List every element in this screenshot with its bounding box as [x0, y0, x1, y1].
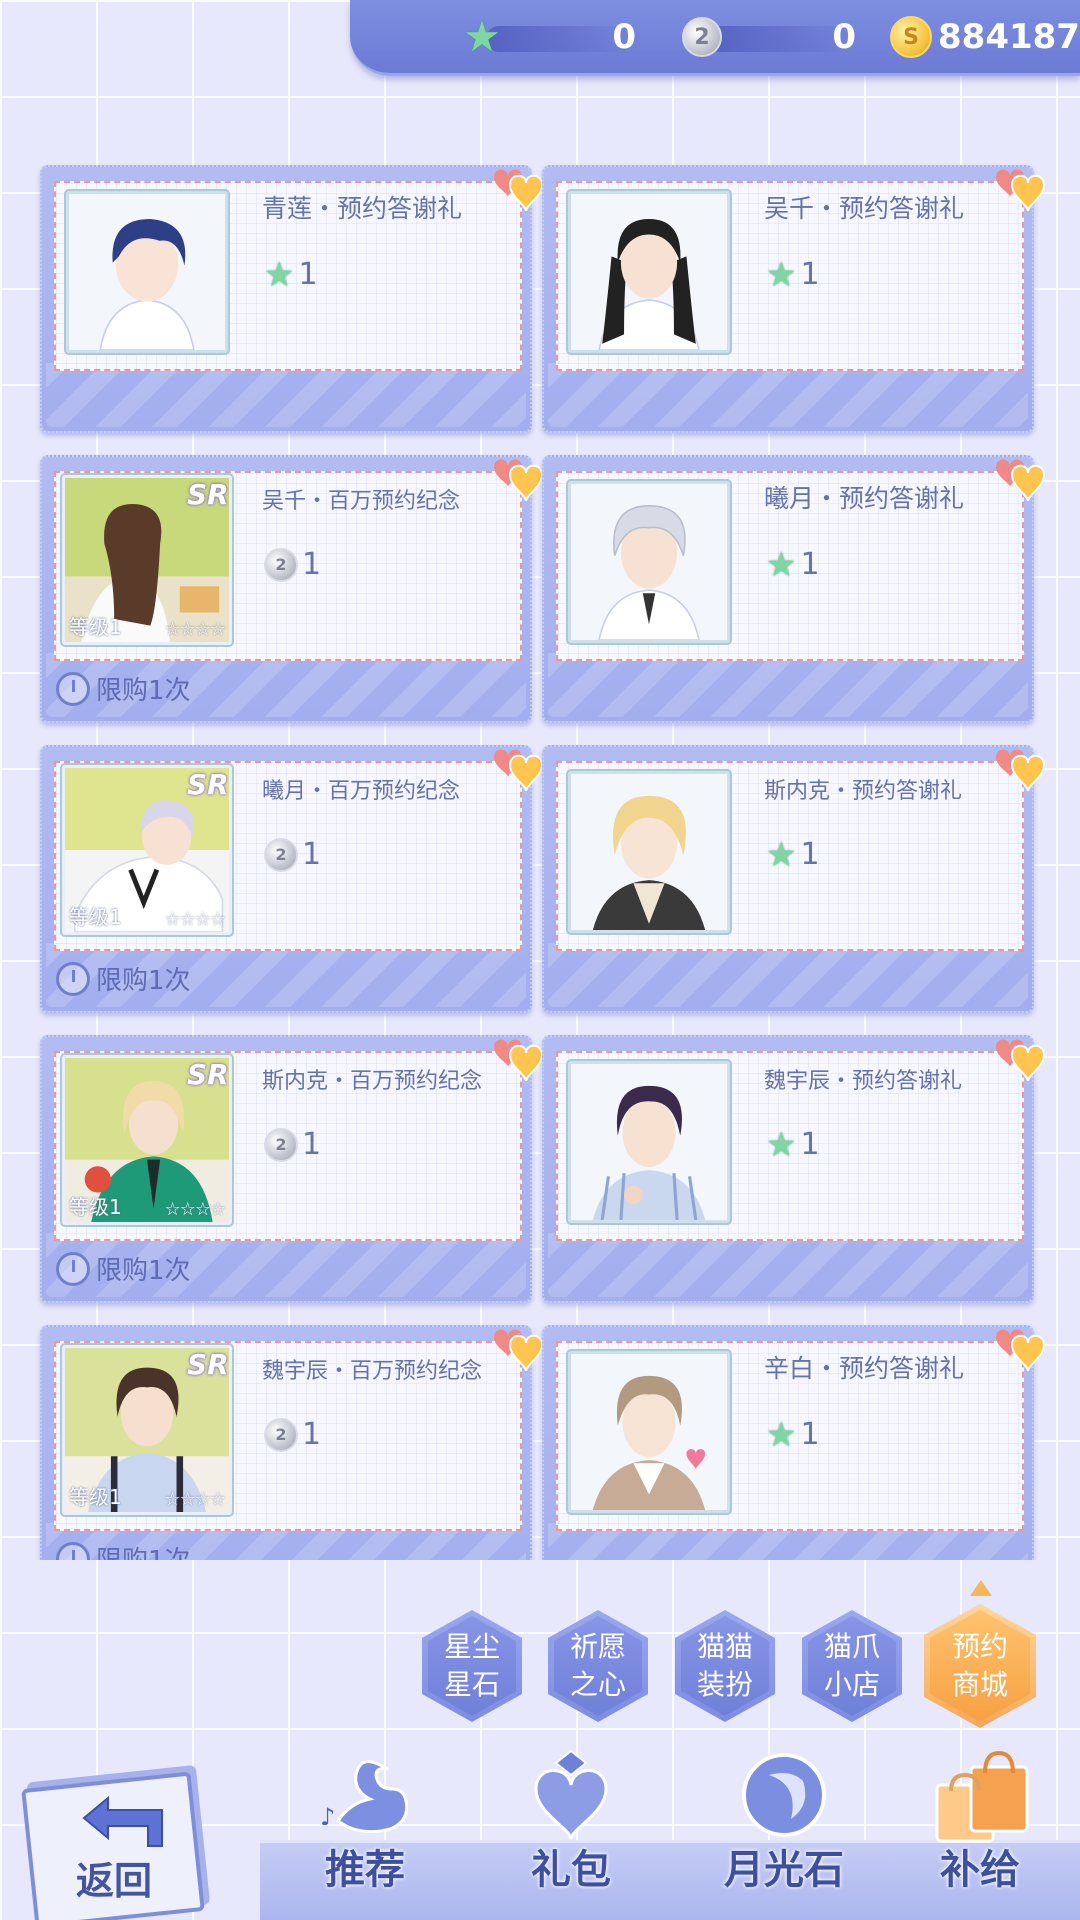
silver-coin-icon: 2 — [264, 1417, 298, 1452]
picnic-card-art: SR 等级1 ☆☆☆☆ — [62, 475, 232, 645]
heart-icon — [494, 459, 544, 502]
silver-coin-icon: 2 — [680, 15, 724, 59]
clock-icon — [56, 1541, 90, 1560]
back-button[interactable]: 返回 — [0, 1740, 240, 1920]
gold-coin-icon: S — [890, 15, 932, 59]
heart-icon — [494, 1039, 544, 1082]
silver-coin-icon: 2 — [264, 547, 298, 582]
star-currency-value: 0 — [612, 17, 636, 57]
heart-icon — [996, 1039, 1046, 1082]
green-star-icon: ★ — [463, 12, 501, 61]
purchase-limit: 限购1次 — [56, 1250, 191, 1287]
green-star-icon: ★ — [766, 834, 797, 875]
heart-icon — [996, 1329, 1046, 1372]
item-price: 2 1 — [264, 1127, 321, 1162]
gold-currency-value: 884187 — [938, 17, 1080, 57]
sr-rarity-badge: SR — [187, 768, 229, 801]
item-price: ★ 1 — [766, 834, 820, 875]
item-price: ★ 1 — [766, 254, 820, 295]
shop-item-card[interactable]: SR 等级1 ☆☆☆☆ 曦月・百万预约纪念 2 1 限购1次 — [40, 745, 544, 1013]
card-level: 等级1 — [69, 615, 122, 639]
clock-icon — [56, 961, 90, 996]
purchase-limit: 限购1次 — [56, 670, 191, 707]
green-star-icon: ★ — [264, 254, 295, 295]
sr-rarity-badge: SR — [187, 1058, 229, 1091]
heart-icon — [996, 749, 1046, 792]
blond-man-portrait — [568, 771, 730, 933]
shop-item-card[interactable]: 吴千・预约答谢礼 ★ 1 — [542, 165, 1046, 433]
active-tab-indicator — [970, 1580, 992, 1596]
green-star-icon: ★ — [766, 1414, 797, 1455]
sr-rarity-badge: SR — [187, 1348, 229, 1381]
item-price: 2 1 — [264, 837, 321, 872]
back-arrow-icon — [82, 1795, 163, 1847]
shop-item-card[interactable]: 曦月・预约答谢礼 ★ 1 — [542, 455, 1046, 723]
silver-coin-icon: 2 — [264, 837, 298, 872]
nav-recommend[interactable]: ♪ 推荐 — [310, 1745, 420, 1895]
shop-item-card[interactable]: 魏宇辰・预约答谢礼 ★ 1 — [542, 1035, 1046, 1303]
heart-icon — [996, 459, 1046, 502]
shop-item-card[interactable]: 辛白・预约答谢礼 ★ 1 — [542, 1325, 1046, 1560]
back-label: 返回 — [76, 1859, 153, 1903]
item-price: ★ 1 — [766, 544, 820, 585]
nav-supply[interactable]: 补给 — [925, 1745, 1035, 1895]
gold-currency: S 884187 — [890, 14, 1080, 60]
light-brown-haired-man-portrait — [568, 1351, 730, 1513]
silver-haired-man-portrait — [568, 481, 730, 643]
swan-icon: ♪ — [320, 1760, 409, 1834]
green-shirt-card-art: SR 等级1 ☆☆☆☆ — [62, 1055, 232, 1225]
clock-icon — [56, 1251, 90, 1286]
shop-item-card[interactable]: SR 等级1 ☆☆☆☆ 斯内克・百万预约纪念 2 1 限购1次 — [40, 1035, 544, 1303]
shop-item-list[interactable]: 青莲・预约答谢礼 ★ 1 吴千・预约答谢礼 ★ 1 SR 等级1 ☆☆☆☆ 吴千… — [0, 0, 1080, 1560]
item-price: ★ 1 — [766, 1124, 820, 1165]
item-price: 2 1 — [264, 1417, 321, 1452]
shop-item-card[interactable]: 青莲・预约答谢礼 ★ 1 — [40, 165, 544, 433]
tab-cat-dressup[interactable]: 猫猫 装扮 — [675, 1610, 775, 1722]
card-level: 等级1 — [69, 1195, 122, 1219]
lying-man-card-art: SR 等级1 ☆☆☆☆ — [62, 765, 232, 935]
heart-gift-icon — [534, 1749, 608, 1840]
striped-shirt-card-art: SR 等级1 ☆☆☆☆ — [62, 1345, 232, 1515]
nav-gift-pack[interactable]: 礼包 — [516, 1745, 626, 1895]
heart-icon — [494, 1329, 544, 1372]
card-level: 等级1 — [69, 1485, 122, 1509]
heart-icon — [996, 169, 1046, 212]
purchase-limit: 限购1次 — [56, 960, 191, 997]
sr-rarity-badge: SR — [187, 478, 229, 511]
shopping-bag-icon — [935, 1750, 1029, 1843]
item-price: 2 1 — [264, 547, 321, 582]
nav-moonstone[interactable]: 月光石 — [724, 1745, 844, 1895]
purchase-limit: 限购1次 — [56, 1540, 191, 1560]
tab-reservation-mall[interactable]: 预约 商城 — [924, 1604, 1036, 1728]
card-star-rating: ☆☆☆☆ — [164, 909, 226, 930]
card-star-rating: ☆☆☆☆ — [164, 619, 226, 640]
card-star-rating: ☆☆☆☆ — [164, 1489, 226, 1510]
blue-haired-man-portrait — [66, 191, 228, 353]
card-star-rating: ☆☆☆☆ — [164, 1199, 226, 1220]
heart-icon — [494, 749, 544, 792]
item-price: ★ 1 — [766, 1414, 820, 1455]
shop-item-card[interactable]: SR 等级1 ☆☆☆☆ 魏宇辰・百万预约纪念 2 1 限购1次 — [40, 1325, 544, 1560]
svg-text:♪: ♪ — [320, 1803, 335, 1831]
green-star-icon: ★ — [766, 544, 797, 585]
shop-item-card[interactable]: SR 等级1 ☆☆☆☆ 吴千・百万预约纪念 2 1 限购1次 — [40, 455, 544, 723]
green-star-icon: ★ — [766, 254, 797, 295]
heart-icon — [494, 169, 544, 212]
silver-coin-icon: 2 — [264, 1127, 298, 1162]
shop-item-card[interactable]: 斯内克・预约答谢礼 ★ 1 — [542, 745, 1046, 1013]
clock-icon — [56, 671, 90, 706]
long-dark-haired-man-portrait — [568, 191, 730, 353]
green-star-icon: ★ — [766, 1124, 797, 1165]
tab-cat-paw-shop[interactable]: 猫爪 小店 — [802, 1610, 902, 1722]
item-price: ★ 1 — [264, 254, 318, 295]
dark-haired-man-portrait — [568, 1061, 730, 1223]
tab-stardust-stone[interactable]: 星尘 星石 — [422, 1610, 522, 1722]
card-level: 等级1 — [69, 905, 122, 929]
moonstone-icon — [742, 1753, 826, 1837]
silver-currency-value: 0 — [832, 17, 856, 57]
tab-wish-heart[interactable]: 祈愿 之心 — [548, 1610, 648, 1722]
